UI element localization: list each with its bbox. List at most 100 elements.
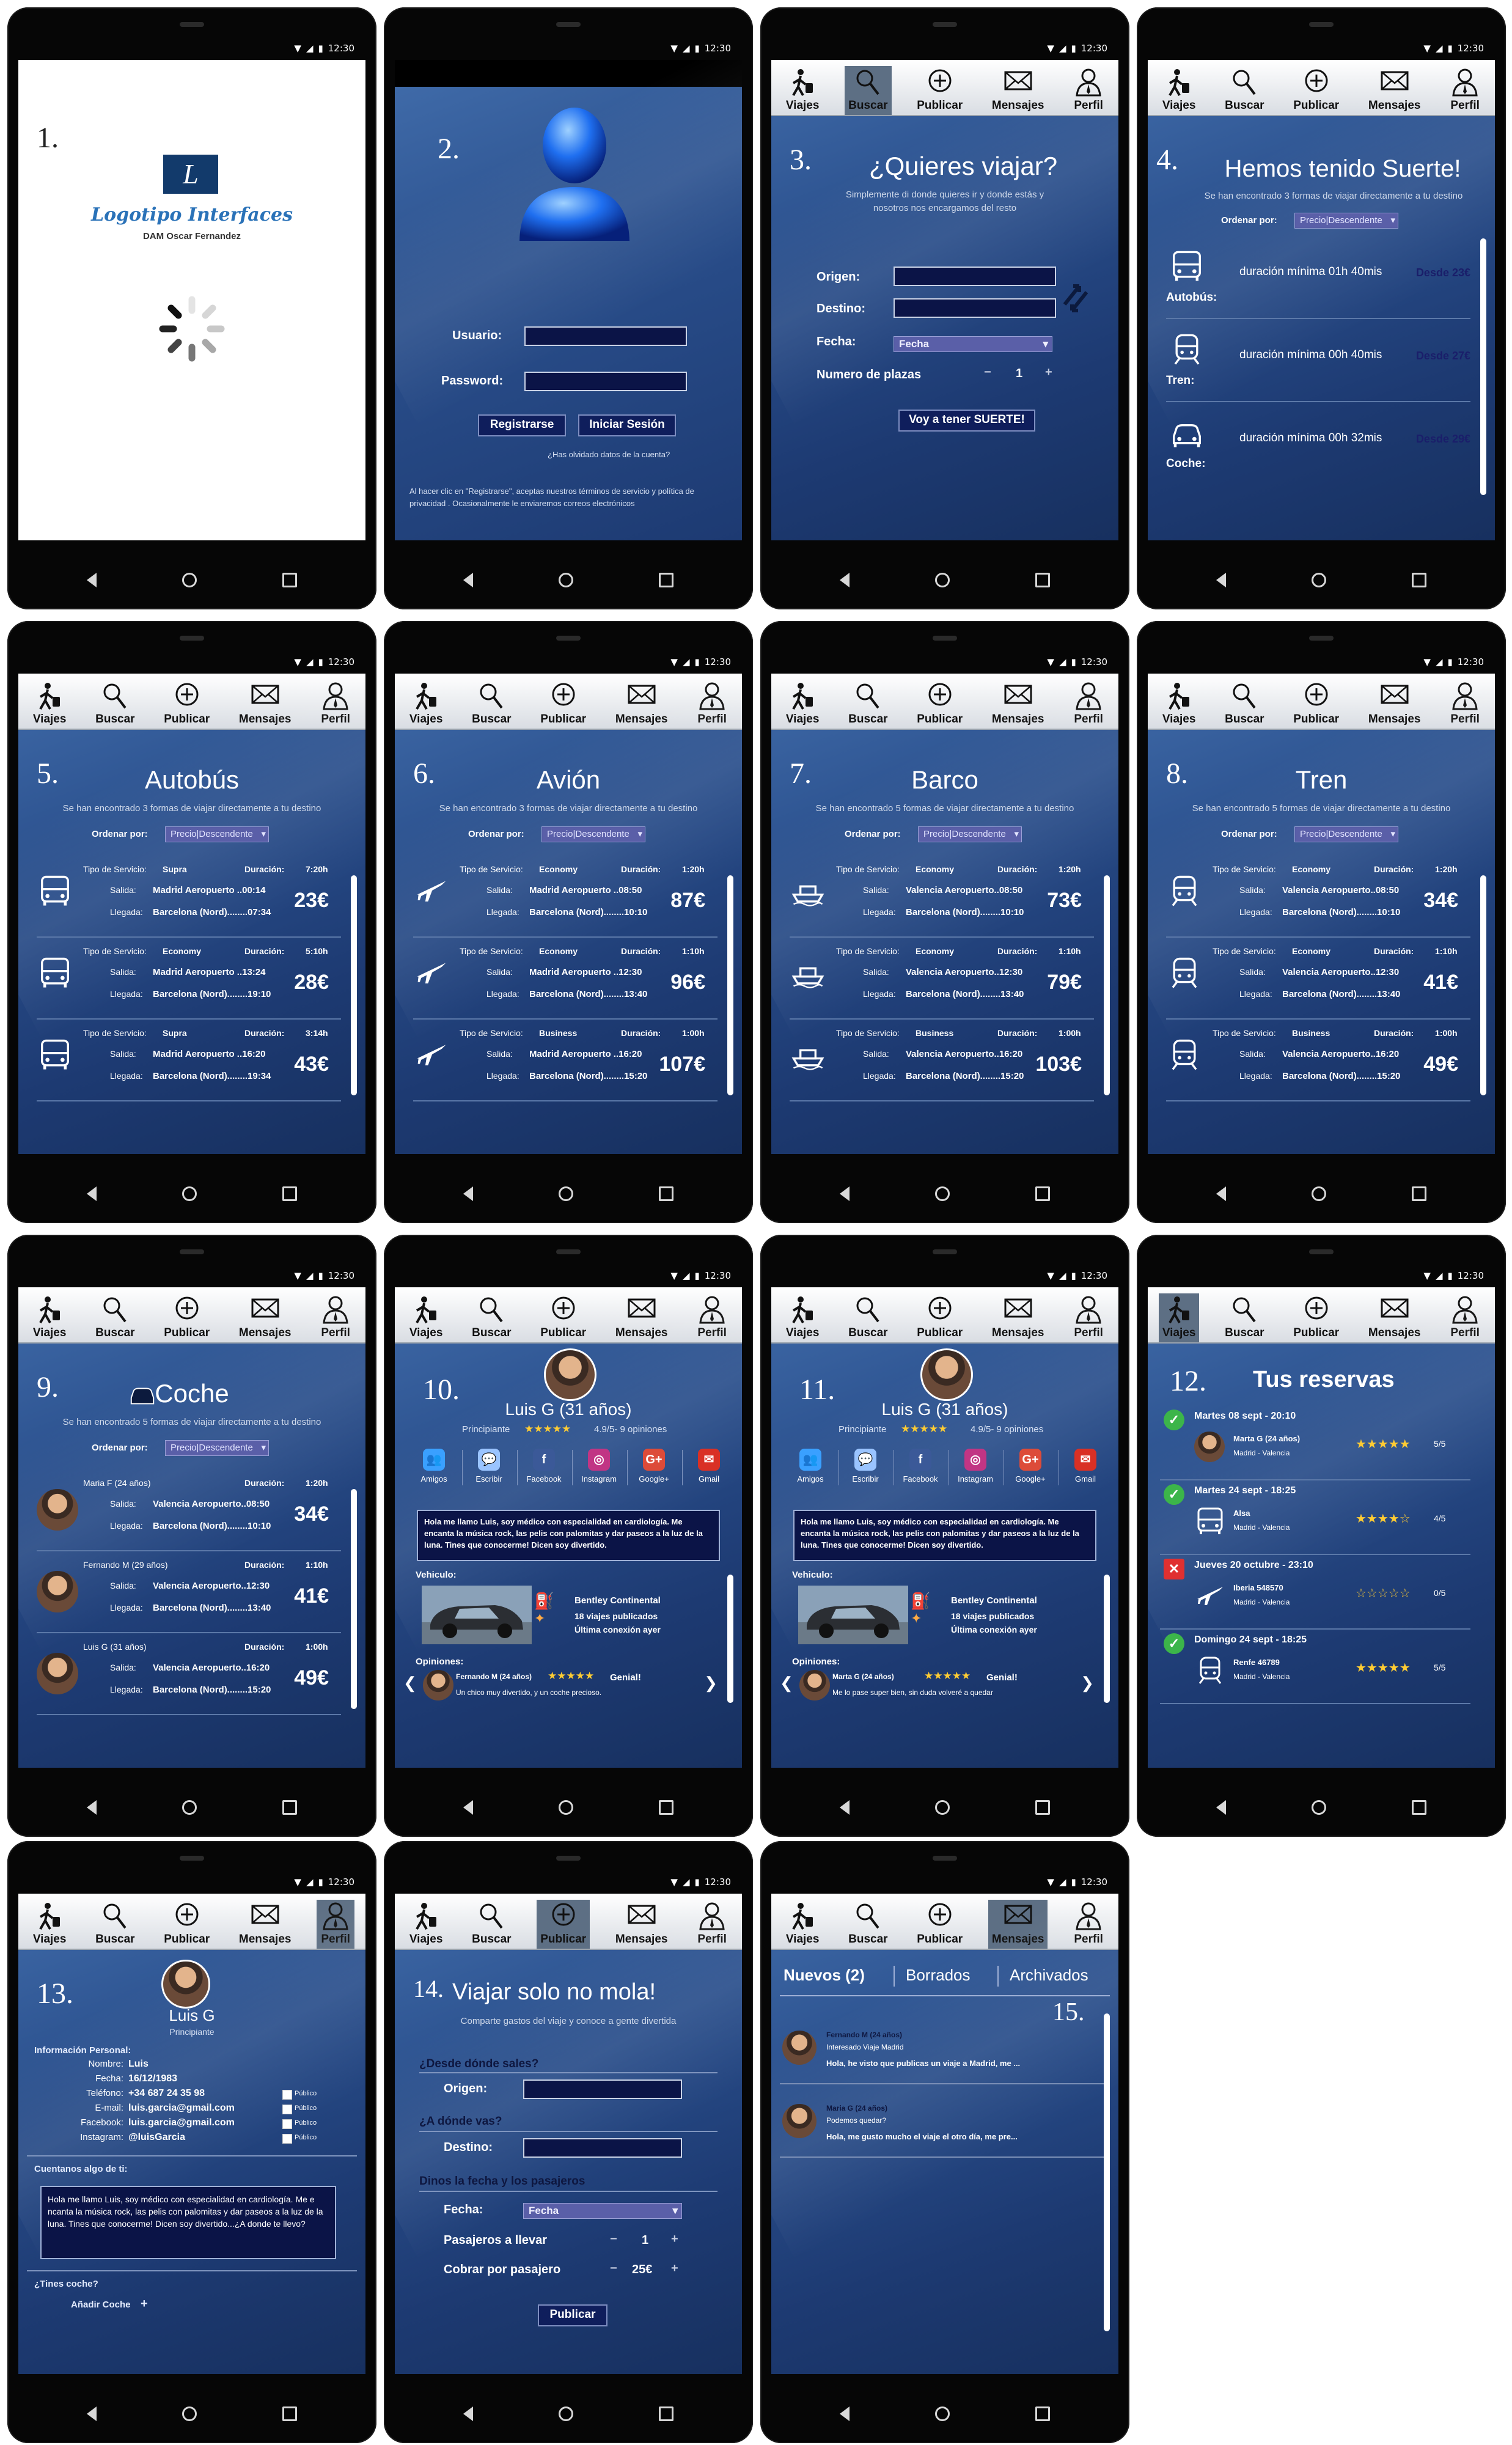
back-icon[interactable] (840, 1800, 850, 1815)
tab-mensajes[interactable]: Mensajes (235, 1293, 295, 1342)
tab-publicar[interactable]: Publicar (913, 66, 966, 115)
scrollbar[interactable] (1104, 1575, 1110, 1703)
home-icon[interactable] (1312, 1186, 1326, 1201)
home-icon[interactable] (559, 573, 573, 587)
field-value[interactable]: @luisGarcia (128, 2132, 185, 2143)
add-car-button[interactable]: Añadir Coche (71, 2300, 131, 2310)
list-item[interactable]: Tipo de Servicio: Economy Duración: 1:20h Sa… (1166, 857, 1470, 938)
social-link[interactable]: 👥 Amigos (409, 1449, 458, 1484)
tab-viajes[interactable]: Viajes (782, 1293, 823, 1342)
tab-publicar[interactable]: Publicar (160, 1293, 213, 1342)
tab-mensajes[interactable]: Mensajes (235, 680, 295, 729)
tab-publicar[interactable]: Publicar (1290, 680, 1343, 729)
list-item[interactable]: duración mínima 00h 40mis Desde 27€ Tren… (1166, 322, 1470, 402)
list-item[interactable]: Tipo de Servicio: Economy Duración: 5:10h Sa… (37, 939, 341, 1020)
recents-icon[interactable] (659, 573, 673, 587)
tab-perfil[interactable]: Perfil (693, 1900, 731, 1949)
tab-perfil[interactable]: Perfil (1070, 66, 1107, 115)
destination-input[interactable] (523, 2138, 682, 2158)
social-link[interactable]: f Facebook (896, 1449, 945, 1484)
list-item[interactable]: Tipo de Servicio: Economy Duración: 1:10h Sa… (790, 939, 1094, 1020)
tab-buscar[interactable]: Buscar (845, 1900, 891, 1949)
tab-viajes[interactable]: Viajes (1158, 1293, 1200, 1342)
order-select[interactable]: Precio|Descendente ▾ (165, 826, 269, 842)
recents-icon[interactable] (1035, 2406, 1050, 2421)
tab-viajes[interactable]: Viajes (1159, 66, 1200, 115)
booking-item[interactable]: ✓ Domingo 24 sept - 18:25 Renfe 46789 Madri… (1160, 1631, 1470, 1704)
tab-buscar[interactable]: Buscar (468, 680, 515, 729)
tab-viajes[interactable]: Viajes (29, 680, 70, 729)
home-icon[interactable] (559, 2406, 573, 2421)
order-select[interactable]: Precio|Descendente ▾ (541, 826, 645, 842)
social-link[interactable]: 💬 Escribir (841, 1449, 890, 1484)
scrollbar[interactable] (351, 875, 357, 1095)
booking-item[interactable]: ✓ Martes 24 sept - 18:25 Alsa Madrid - Vale… (1160, 1482, 1470, 1555)
login-button[interactable]: Iniciar Sesión (578, 414, 676, 436)
tab-publicar[interactable]: Publicar (1290, 1293, 1343, 1342)
origin-input[interactable] (894, 267, 1056, 286)
plus-icon[interactable]: + (141, 2297, 148, 2311)
social-link[interactable]: 💬 Escribir (464, 1449, 513, 1484)
tab-mensajes[interactable]: Mensajes (612, 680, 672, 729)
home-icon[interactable] (182, 1800, 197, 1815)
tab-new[interactable]: Nuevos (2) (784, 1966, 865, 1985)
tab-perfil[interactable]: Perfil (317, 1900, 355, 1949)
recents-icon[interactable] (1035, 1186, 1050, 1201)
public-checkbox[interactable] (282, 2134, 292, 2144)
social-link[interactable]: ◎ Instagram (574, 1449, 623, 1484)
tab-publicar[interactable]: Publicar (913, 1293, 966, 1342)
publish-button[interactable]: Publicar (538, 2304, 607, 2326)
field-value[interactable]: 16/12/1983 (128, 2073, 177, 2084)
social-link[interactable]: f Facebook (519, 1449, 568, 1484)
back-icon[interactable] (840, 573, 850, 587)
tab-mensajes[interactable]: Mensajes (988, 1293, 1048, 1342)
tab-buscar[interactable]: Buscar (92, 1293, 138, 1342)
tab-publicar[interactable]: Publicar (537, 1293, 590, 1342)
tab-viajes[interactable]: Viajes (782, 680, 823, 729)
tab-publicar[interactable]: Publicar (537, 1900, 590, 1949)
tab-buscar[interactable]: Buscar (468, 1900, 515, 1949)
tab-perfil[interactable]: Perfil (1446, 1293, 1484, 1342)
back-icon[interactable] (463, 1186, 473, 1201)
back-icon[interactable] (87, 2406, 97, 2421)
tab-buscar[interactable]: Buscar (468, 1293, 515, 1342)
tab-publicar[interactable]: Publicar (160, 1900, 213, 1949)
list-item[interactable]: Maria F (24 años) Duración: 1:20h Salida: Va… (37, 1471, 341, 1551)
scrollbar[interactable] (1480, 875, 1486, 1095)
message-item[interactable]: Fernando M (24 años) Interesado Viaje Mad… (780, 2016, 1107, 2084)
list-item[interactable]: Tipo de Servicio: Economy Duración: 1:20h Sa… (413, 857, 717, 938)
back-icon[interactable] (87, 573, 97, 587)
social-link[interactable]: 👥 Amigos (786, 1449, 835, 1484)
scrollbar[interactable] (727, 875, 733, 1095)
list-item[interactable]: duración mínima 00h 32mis Desde 29€ Coch… (1166, 405, 1470, 484)
tab-buscar[interactable]: Buscar (845, 66, 892, 115)
tab-viajes[interactable]: Viajes (782, 66, 823, 115)
tab-perfil[interactable]: Perfil (1446, 66, 1484, 115)
field-value[interactable]: Luis (128, 2059, 149, 2070)
cost-minus-button[interactable]: − (610, 2262, 617, 2276)
recents-icon[interactable] (1035, 573, 1050, 587)
tab-perfil[interactable]: Perfil (1070, 1293, 1107, 1342)
tab-mensajes[interactable]: Mensajes (1365, 680, 1425, 729)
about-textarea[interactable]: Hola me llamo Luis, soy médico con espec… (40, 2186, 336, 2259)
home-icon[interactable] (1312, 1800, 1326, 1815)
recents-icon[interactable] (1412, 1186, 1426, 1201)
recents-icon[interactable] (659, 1800, 673, 1815)
register-button[interactable]: Registrarse (478, 414, 566, 436)
seats-plus-button[interactable]: + (1045, 366, 1052, 380)
order-select[interactable]: Precio|Descendente ▾ (1294, 826, 1398, 842)
password-input[interactable] (524, 372, 687, 391)
back-icon[interactable] (1216, 1186, 1226, 1201)
social-link[interactable]: ✉ Gmail (1061, 1449, 1110, 1484)
public-checkbox[interactable] (282, 2090, 292, 2100)
booking-item[interactable]: ✕ Jueves 20 octubre - 23:10 Iberia 548570 M… (1160, 1556, 1470, 1630)
list-item[interactable]: Fernando M (29 años) Duración: 1:10h Salida… (37, 1553, 341, 1633)
swap-icon[interactable] (1059, 280, 1093, 317)
recents-icon[interactable] (282, 2406, 297, 2421)
home-icon[interactable] (935, 1186, 950, 1201)
order-select[interactable]: Precio|Descendente ▾ (165, 1440, 269, 1456)
back-icon[interactable] (463, 1800, 473, 1815)
tab-viajes[interactable]: Viajes (406, 680, 447, 729)
message-item[interactable]: Maria G (24 años) Podemos quedar? Hola, me… (780, 2089, 1107, 2158)
list-item[interactable]: Tipo de Servicio: Business Duración: 1:00h S… (790, 1021, 1094, 1101)
